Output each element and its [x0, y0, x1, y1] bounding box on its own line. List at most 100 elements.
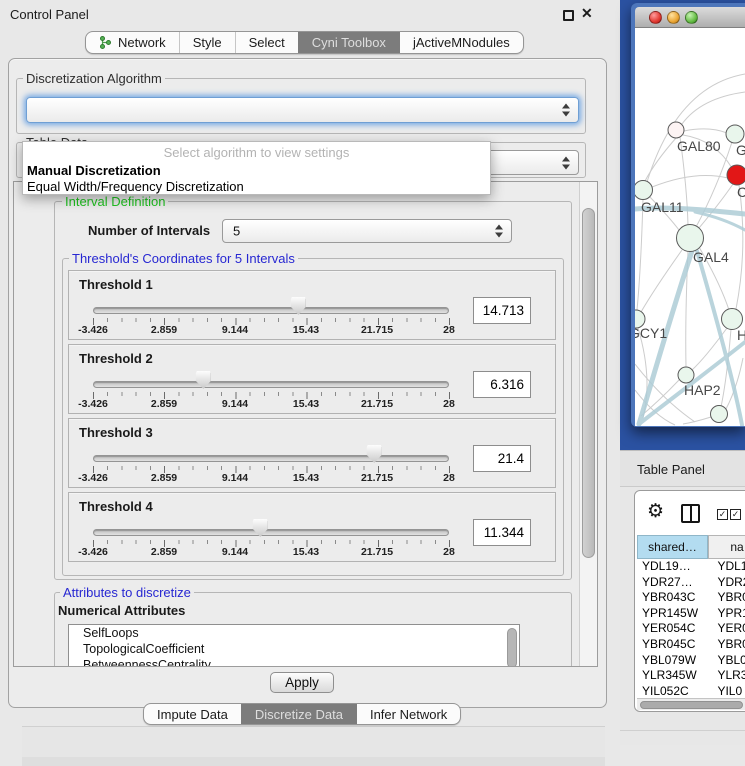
network-icon — [99, 36, 112, 49]
threshold-1-value-field[interactable]: 14.713 — [473, 297, 531, 324]
list-item[interactable]: SelfLoops — [69, 625, 519, 641]
gear-icon[interactable]: ⚙ — [647, 502, 664, 521]
table-panel-title: Table Panel — [637, 462, 705, 477]
node-label: GAL4 — [693, 249, 729, 265]
table-panel: ⚙ ✓ ✓ shared… na YDL19…YDL1 YDR27…YDR2 Y… — [634, 490, 745, 712]
threshold-4-panel: Threshold 4 -3.426 2.859 9.144 15.43 21.… — [68, 492, 556, 562]
node-label: G — [736, 142, 745, 158]
panel-scrollbar-track[interactable] — [579, 182, 597, 666]
control-panel-tabbar: Network Style Select Cyni Toolbox jActiv… — [85, 31, 524, 54]
list-item[interactable]: BetweennessCentrality — [69, 657, 519, 667]
node-gal4[interactable] — [677, 225, 704, 252]
checkbox-icon[interactable]: ✓ — [730, 509, 741, 520]
numerical-attributes-label: Numerical Attributes — [58, 603, 185, 618]
numerical-attributes-list: SelfLoops TopologicalCoefficient Between… — [68, 624, 520, 667]
node-label: GAL80 — [677, 138, 721, 154]
threshold-3-slider-track[interactable] — [93, 455, 449, 462]
node-label: GCY1 — [635, 325, 667, 341]
tab-jactivemnodules[interactable]: jActiveMNodules — [399, 32, 523, 53]
node-label: HAP2 — [684, 382, 721, 398]
network-window-titlebar[interactable] — [635, 7, 745, 28]
threshold-2-slider-track[interactable] — [93, 381, 449, 388]
tab-impute-data[interactable]: Impute Data — [144, 704, 241, 724]
algorithm-combobox[interactable] — [26, 97, 579, 123]
cyni-toolbox-panel: Discretization Algorithm Table Data galF… — [8, 58, 607, 708]
threshold-3-label: Threshold 3 — [79, 425, 153, 440]
thresholds-legend: Threshold's Coordinates for 5 Intervals — [69, 251, 298, 266]
threshold-1-label: Threshold 1 — [79, 277, 153, 292]
table-header-row: shared… na — [637, 535, 745, 559]
tab-infer-network[interactable]: Infer Network — [356, 704, 460, 724]
node-gal11[interactable] — [635, 181, 653, 200]
table-row[interactable]: YER054CYER0 — [637, 621, 745, 637]
node-label: H — [737, 327, 745, 343]
network-view-window[interactable]: GAL80 G C GAL11 GAL4 GCY1 H HAP2 — [631, 3, 745, 427]
settings-scroll-panel: Interval Definition Number of Intervals … — [13, 181, 598, 667]
tab-select[interactable]: Select — [235, 32, 298, 53]
node-hap2[interactable] — [678, 367, 694, 383]
tab-discretize-data[interactable]: Discretize Data — [241, 704, 356, 724]
node-gal80[interactable] — [668, 122, 684, 138]
threshold-3-panel: Threshold 3 -3.426 2.859 9.144 15.43 21.… — [68, 418, 556, 488]
list-item[interactable]: TopologicalCoefficient — [69, 641, 519, 657]
threshold-2-label: Threshold 2 — [79, 351, 153, 366]
tab-style[interactable]: Style — [179, 32, 235, 53]
dropdown-placeholder: Select algorithm to view settings — [23, 145, 490, 160]
apply-button[interactable]: Apply — [270, 672, 334, 693]
table-row[interactable]: YBR045CYBR0 — [637, 637, 745, 653]
close-icon[interactable]: ✕ — [581, 5, 593, 22]
threshold-4-value-field[interactable]: 11.344 — [473, 519, 531, 546]
table-row[interactable]: YBL079WYBL0 — [637, 653, 745, 669]
discretization-algorithm-legend: Discretization Algorithm — [23, 71, 165, 86]
apply-row — [22, 726, 605, 757]
table-row[interactable]: YBR043CYBR0 — [637, 590, 745, 606]
panel-title: Control Panel — [10, 7, 89, 22]
node-label: C — [737, 184, 745, 200]
threshold-2-value-field[interactable]: 6.316 — [473, 371, 531, 398]
float-window-icon[interactable] — [563, 10, 574, 21]
column-header-name[interactable]: na — [708, 535, 745, 559]
threshold-1-panel: Threshold 1 -3.426 2.859 9.144 15.43 21.… — [68, 270, 556, 340]
node-top-right[interactable] — [726, 125, 744, 143]
close-traffic-light-icon[interactable] — [649, 11, 662, 24]
column-layout-icon[interactable] — [681, 504, 700, 523]
threshold-2-panel: Threshold 2 -3.426 2.859 9.144 15.43 21.… — [68, 344, 556, 414]
minimize-traffic-light-icon[interactable] — [667, 11, 680, 24]
combo-spinner-icon — [495, 224, 504, 239]
node-selected-red[interactable] — [727, 165, 745, 185]
table-row[interactable]: YDR27…YDR2 — [637, 575, 745, 591]
attributes-legend: Attributes to discretize — [60, 585, 194, 600]
tab-cyni-toolbox[interactable]: Cyni Toolbox — [298, 32, 399, 53]
node-bottom-partial[interactable] — [711, 406, 728, 423]
table-row[interactable]: YPR145WYPR1 — [637, 606, 745, 622]
table-body: YDL19…YDL1 YDR27…YDR2 YBR043CYBR0 YPR145… — [637, 559, 745, 698]
bottom-tabbar: Impute Data Discretize Data Infer Networ… — [143, 703, 461, 725]
panel-scrollbar-thumb[interactable] — [582, 208, 595, 558]
table-panel-titlebar: Table Panel — [620, 450, 745, 487]
table-row[interactable]: YLR345WYLR3 — [637, 668, 745, 684]
threshold-1-slider-track[interactable] — [93, 307, 449, 314]
interval-definition-legend: Interval Definition — [62, 194, 168, 209]
threshold-3-value-field[interactable]: 21.4 — [473, 445, 531, 472]
tab-network[interactable]: Network — [86, 32, 179, 53]
threshold-4-slider-track[interactable] — [93, 529, 449, 536]
combo-spinner-icon — [562, 155, 571, 170]
threshold-4-label: Threshold 4 — [79, 499, 153, 514]
combo-spinner-icon — [562, 103, 571, 118]
list-scrollbar[interactable] — [507, 628, 517, 667]
checkbox-icon[interactable]: ✓ — [717, 509, 728, 520]
zoom-traffic-light-icon[interactable] — [685, 11, 698, 24]
dropdown-option-equal-width[interactable]: Equal Width/Frequency Discretization — [27, 179, 244, 194]
dropdown-option-manual[interactable]: Manual Discretization — [27, 163, 161, 178]
node-label: GAL11 — [641, 199, 684, 215]
table-hscrollbar-thumb[interactable] — [640, 701, 743, 709]
table-row[interactable]: YDL19…YDL1 — [637, 559, 745, 575]
table-hscrollbar-track[interactable] — [637, 698, 745, 710]
algorithm-dropdown-popup: Select algorithm to view settings Manual… — [22, 141, 491, 195]
column-header-shared-name[interactable]: shared… — [637, 535, 708, 559]
table-row[interactable]: YIL052CYIL0 — [637, 684, 745, 698]
number-of-intervals-combobox[interactable]: 5 — [222, 219, 512, 243]
network-canvas[interactable]: GAL80 G C GAL11 GAL4 GCY1 H HAP2 — [635, 28, 745, 426]
number-of-intervals-label: Number of Intervals — [88, 223, 210, 238]
network-graph: GAL80 G C GAL11 GAL4 GCY1 H HAP2 — [635, 28, 745, 426]
